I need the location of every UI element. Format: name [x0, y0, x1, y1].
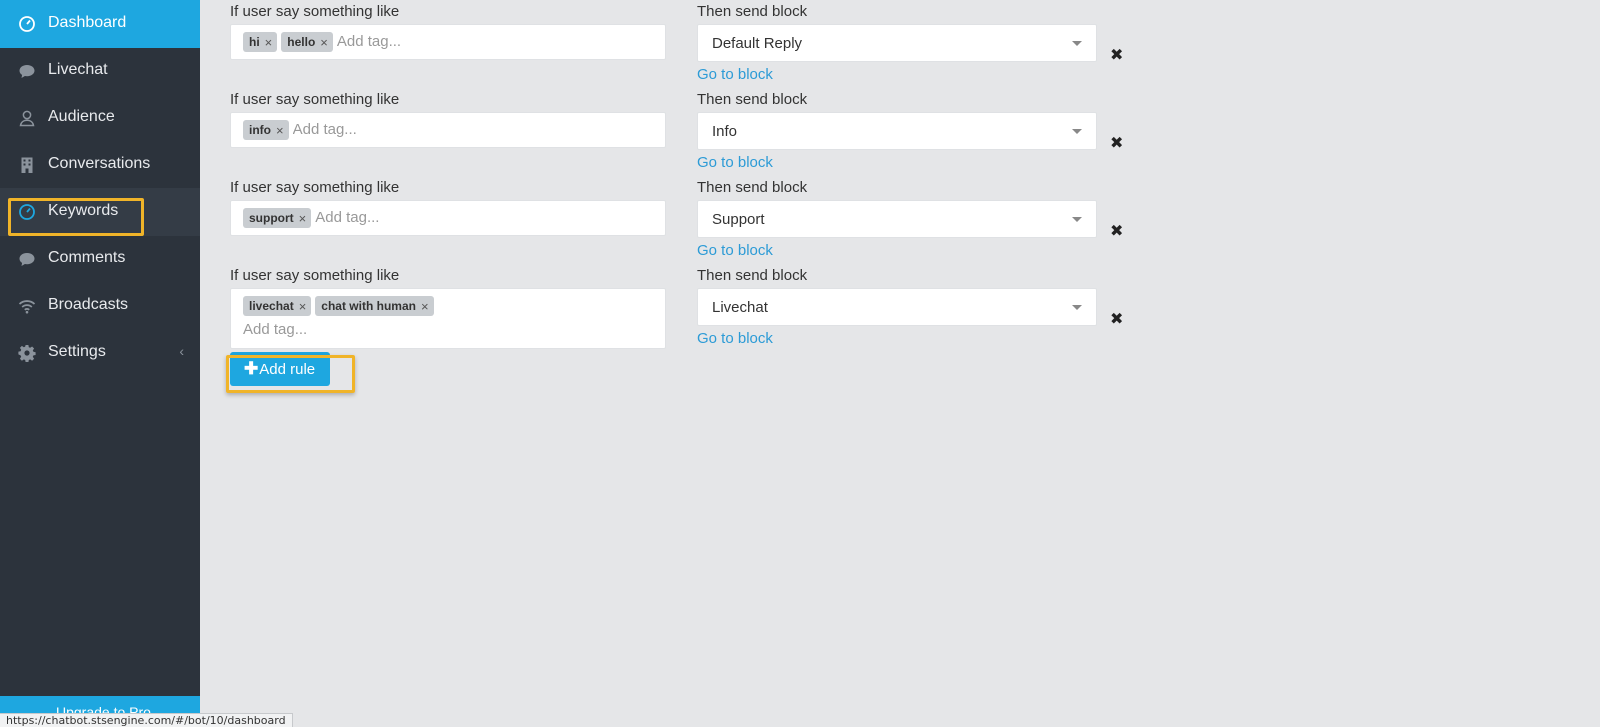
sidebar-item-livechat[interactable]: Livechat	[0, 47, 200, 95]
user-icon	[19, 110, 35, 127]
block-select[interactable]: Default Reply	[697, 24, 1097, 62]
keyword-tag: support ×	[243, 208, 312, 228]
dashboard-icon	[19, 16, 35, 32]
caret-down-icon	[1072, 41, 1082, 46]
then-label: Then send block	[697, 91, 808, 108]
status-url: https://chatbot.stsengine.com/#/bot/10/d…	[0, 713, 293, 727]
remove-rule-icon[interactable]: ✖	[1110, 45, 1123, 65]
tag-remove-icon[interactable]: ×	[421, 299, 429, 314]
go-to-block-link[interactable]: Go to block	[697, 242, 773, 259]
keyword-tag: chat with human ×	[315, 296, 434, 316]
chat-bubble-icon	[19, 253, 35, 266]
keywords-highlight	[8, 198, 144, 236]
tag-remove-icon[interactable]: ×	[299, 299, 307, 314]
block-select[interactable]: Support	[697, 200, 1097, 238]
tag-input-box[interactable]: hi × hello ×	[230, 24, 666, 60]
add-tag-input[interactable]	[315, 209, 456, 226]
block-select-value: Default Reply	[712, 35, 803, 52]
sidebar-item-settings[interactable]: Settings ‹	[0, 329, 200, 377]
go-to-block-link[interactable]: Go to block	[697, 154, 773, 171]
wifi-icon	[18, 300, 36, 314]
sidebar-item-broadcasts[interactable]: Broadcasts	[0, 282, 200, 330]
sidebar-item-label: Audience	[48, 108, 115, 125]
if-label: If user say something like	[230, 91, 400, 108]
caret-down-icon	[1072, 217, 1082, 222]
then-label: Then send block	[697, 267, 808, 284]
block-select-value: Livechat	[712, 299, 768, 316]
sidebar-item-label: Dashboard	[48, 14, 127, 31]
sidebar: Dashboard Livechat Audience Conversation…	[0, 0, 200, 727]
remove-rule-icon[interactable]: ✖	[1110, 221, 1123, 241]
chevron-left-icon: ‹	[179, 343, 184, 359]
keyword-tag: hi ×	[243, 32, 278, 52]
add-rule-highlight	[226, 355, 355, 393]
block-select[interactable]: Info	[697, 112, 1097, 150]
tag-list: livechat × chat with human ×	[243, 296, 665, 318]
sidebar-item-comments[interactable]: Comments	[0, 235, 200, 283]
caret-down-icon	[1072, 129, 1082, 134]
sidebar-item-label: Broadcasts	[48, 296, 129, 313]
tag-input-box[interactable]: support ×	[230, 200, 666, 236]
go-to-block-link[interactable]: Go to block	[697, 66, 773, 83]
caret-down-icon	[1072, 305, 1082, 310]
sidebar-item-label: Comments	[48, 249, 126, 266]
remove-rule-icon[interactable]: ✖	[1110, 133, 1123, 153]
if-label: If user say something like	[230, 267, 400, 284]
go-to-block-link[interactable]: Go to block	[697, 330, 773, 347]
gear-icon	[18, 345, 36, 362]
if-label: If user say something like	[230, 3, 400, 20]
sidebar-item-label: Conversations	[48, 155, 151, 172]
tag-remove-icon[interactable]: ×	[320, 35, 328, 50]
chat-bubble-icon	[19, 65, 35, 78]
if-label: If user say something like	[230, 179, 400, 196]
building-icon	[21, 157, 33, 173]
remove-rule-icon[interactable]: ✖	[1110, 309, 1123, 329]
tag-remove-icon[interactable]: ×	[276, 123, 284, 138]
keyword-tag: hello ×	[281, 32, 333, 52]
tag-input-box[interactable]: livechat × chat with human ×	[230, 288, 666, 349]
add-tag-input[interactable]	[243, 321, 383, 338]
block-select[interactable]: Livechat	[697, 288, 1097, 326]
tag-input-box[interactable]: info ×	[230, 112, 666, 148]
block-select-value: Info	[712, 123, 738, 140]
keyword-tag: info ×	[243, 120, 289, 140]
sidebar-item-label: Livechat	[48, 61, 108, 78]
keyword-tag: livechat ×	[243, 296, 312, 316]
then-label: Then send block	[697, 3, 808, 20]
sidebar-item-audience[interactable]: Audience	[0, 94, 200, 142]
add-tag-input[interactable]	[336, 33, 477, 50]
add-tag-input[interactable]	[292, 121, 433, 138]
block-select-value: Support	[712, 211, 765, 228]
sidebar-item-conversations[interactable]: Conversations	[0, 141, 200, 189]
sidebar-item-dashboard[interactable]: Dashboard	[0, 0, 200, 48]
sidebar-item-label: Settings	[48, 343, 106, 360]
then-label: Then send block	[697, 179, 808, 196]
tag-remove-icon[interactable]: ×	[265, 35, 273, 50]
tag-remove-icon[interactable]: ×	[299, 211, 307, 226]
